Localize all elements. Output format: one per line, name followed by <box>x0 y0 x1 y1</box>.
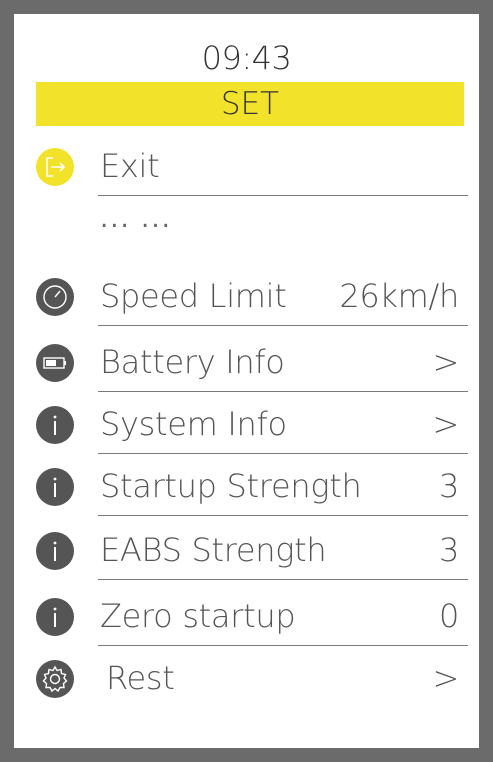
menu-item-eabs-strength[interactable]: EABS Strength 3 <box>14 520 479 580</box>
menu-item-label: Zero startup <box>100 597 296 635</box>
menu-item-exit[interactable]: Exit <box>14 136 479 196</box>
placeholder-row: ... ... <box>100 204 172 234</box>
divider <box>98 645 468 646</box>
menu-item-label: Rest <box>106 659 175 697</box>
page-title: SET <box>220 86 280 122</box>
chevron-right-icon: > <box>432 659 459 697</box>
clock: 09:43 <box>201 39 292 77</box>
battery-icon <box>36 344 74 382</box>
info-icon <box>36 406 74 444</box>
menu-item-value: 0 <box>438 597 459 635</box>
chevron-right-icon: > <box>432 405 459 443</box>
speedometer-icon <box>36 278 74 316</box>
menu-item-value: 3 <box>438 467 459 505</box>
menu-item-label: Exit <box>100 147 160 185</box>
info-icon <box>36 532 74 570</box>
menu-item-rest[interactable]: Rest > <box>14 648 479 708</box>
chevron-right-icon: > <box>432 343 459 381</box>
menu-item-speed-limit[interactable]: Speed Limit 26km/h <box>14 266 479 326</box>
info-icon <box>36 598 74 636</box>
menu-item-battery-info[interactable]: Battery Info > <box>14 332 479 392</box>
menu-item-value: 3 <box>438 531 459 569</box>
menu-item-startup-strength[interactable]: Startup Strength 3 <box>14 456 479 516</box>
menu-item-label: EABS Strength <box>100 531 327 569</box>
menu-item-label: Startup Strength <box>100 467 362 505</box>
divider <box>98 195 468 196</box>
menu-item-label: System Info <box>100 405 287 443</box>
divider <box>98 453 468 454</box>
divider <box>98 391 468 392</box>
exit-icon <box>36 148 74 186</box>
gear-icon <box>36 660 74 698</box>
divider <box>98 515 468 516</box>
title-bar: SET <box>36 82 464 126</box>
divider <box>98 579 468 580</box>
menu-item-label: Battery Info <box>100 343 285 381</box>
menu-item-system-info[interactable]: System Info > <box>14 394 479 454</box>
menu-item-value: 26km/h <box>339 277 459 315</box>
settings-screen: 09:43 SET Exit ... ... Speed Limit 26km/… <box>14 14 479 748</box>
divider <box>98 325 468 326</box>
menu-item-zero-startup[interactable]: Zero startup 0 <box>14 586 479 646</box>
info-icon <box>36 468 74 506</box>
menu-item-label: Speed Limit <box>100 277 287 315</box>
